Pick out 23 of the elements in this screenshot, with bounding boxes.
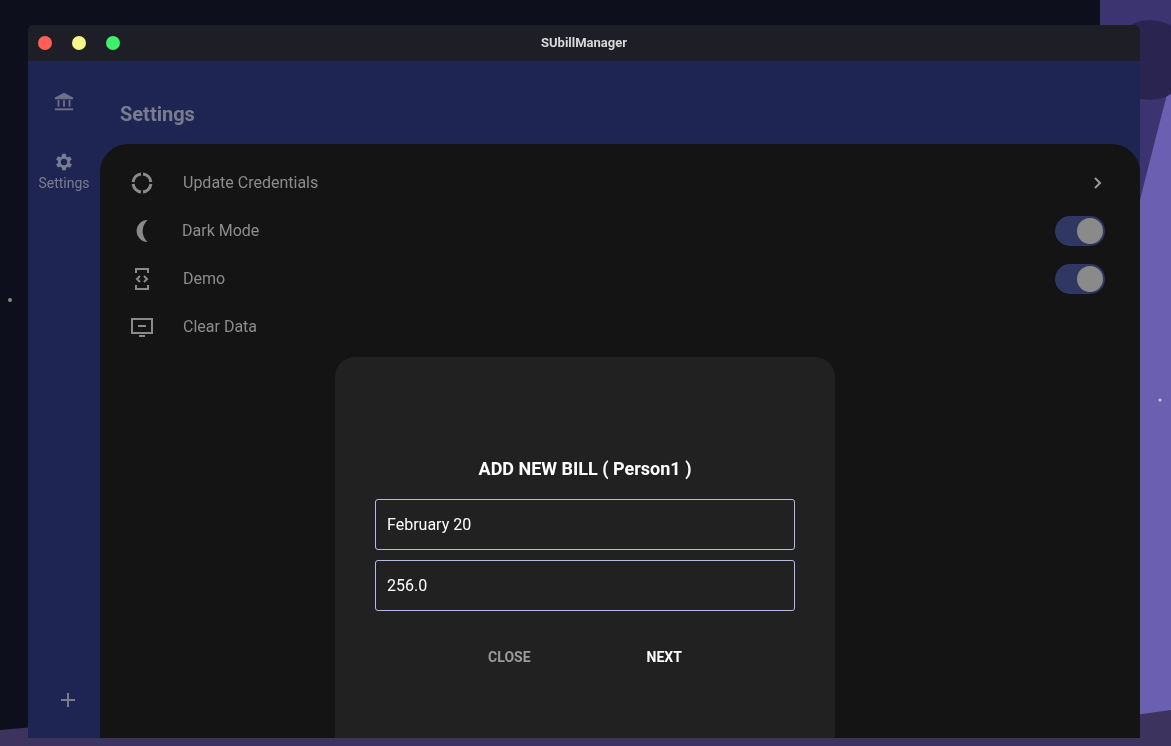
gear-icon (53, 151, 75, 173)
setting-label[interactable]: Demo (183, 267, 226, 291)
setting-label[interactable]: Clear Data (183, 315, 258, 339)
close-window-button[interactable] (38, 36, 52, 50)
toggle-switch[interactable] (1055, 264, 1105, 294)
window-title: SUbillManager (541, 34, 627, 53)
close-button[interactable]: CLOSE (480, 641, 539, 674)
setting-label[interactable]: Dark Mode (182, 219, 260, 243)
toggle-switch[interactable] (1055, 216, 1105, 246)
input-field[interactable]: 256.0 (375, 560, 795, 611)
minimize-window-button[interactable] (72, 36, 86, 50)
monitor-icon (130, 315, 154, 339)
dialog-title: ADD NEW BILL ( Person1 ) (478, 457, 692, 481)
add-icon[interactable] (60, 692, 76, 708)
bank-icon[interactable] (53, 91, 75, 113)
ring-icon (130, 171, 154, 195)
input-field[interactable]: February 20 (375, 499, 795, 550)
page-title: Settings (120, 100, 195, 128)
sidebar-item[interactable]: Settings (38, 151, 90, 194)
setting-label[interactable]: Update Credentials (183, 171, 319, 195)
moon-icon (135, 220, 148, 242)
next-button[interactable]: NEXT (638, 641, 690, 674)
zoom-window-button[interactable] (106, 36, 120, 50)
